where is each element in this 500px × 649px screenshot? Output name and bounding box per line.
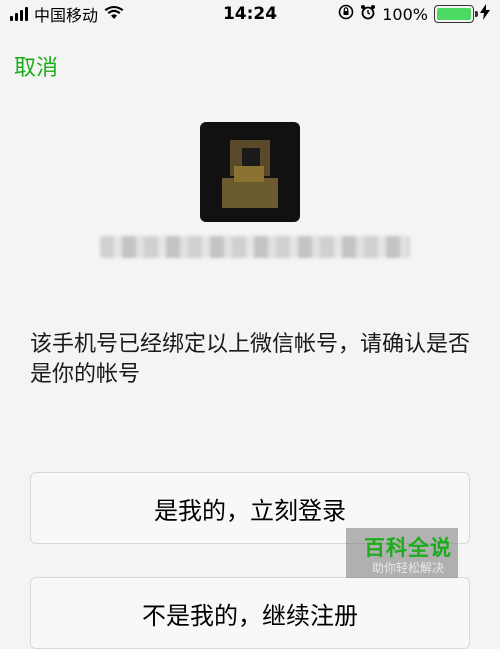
confirm-login-label: 是我的，立刻登录 [154, 496, 346, 525]
avatar [200, 122, 300, 222]
status-right: 100% [338, 4, 490, 24]
watermark-title: 百科全说 [364, 536, 452, 560]
masked-phone-number [100, 236, 410, 258]
cancel-button[interactable]: 取消 [14, 50, 58, 82]
wifi-icon [104, 5, 124, 24]
status-time: 14:24 [222, 4, 278, 24]
battery-icon [434, 5, 478, 23]
status-bar: 中国移动 14:24 100% [0, 0, 500, 28]
alarm-icon [360, 4, 376, 24]
watermark-subtitle: 助你轻松解决 [372, 561, 445, 575]
carrier-label: 中国移动 [34, 6, 99, 25]
charging-icon [480, 4, 490, 24]
continue-register-button[interactable]: 不是我的，继续注册 [30, 577, 470, 649]
status-left: 中国移动 [10, 2, 124, 26]
signal-icon [10, 7, 28, 21]
rotation-lock-icon [338, 4, 354, 24]
watermark: 百科全说 助你轻松解决 [346, 528, 458, 578]
confirm-message: 该手机号已经绑定以上微信帐号，请确认是否是你的帐号 [30, 332, 471, 387]
battery-percent: 100% [382, 4, 428, 24]
continue-register-label: 不是我的，继续注册 [142, 601, 358, 630]
